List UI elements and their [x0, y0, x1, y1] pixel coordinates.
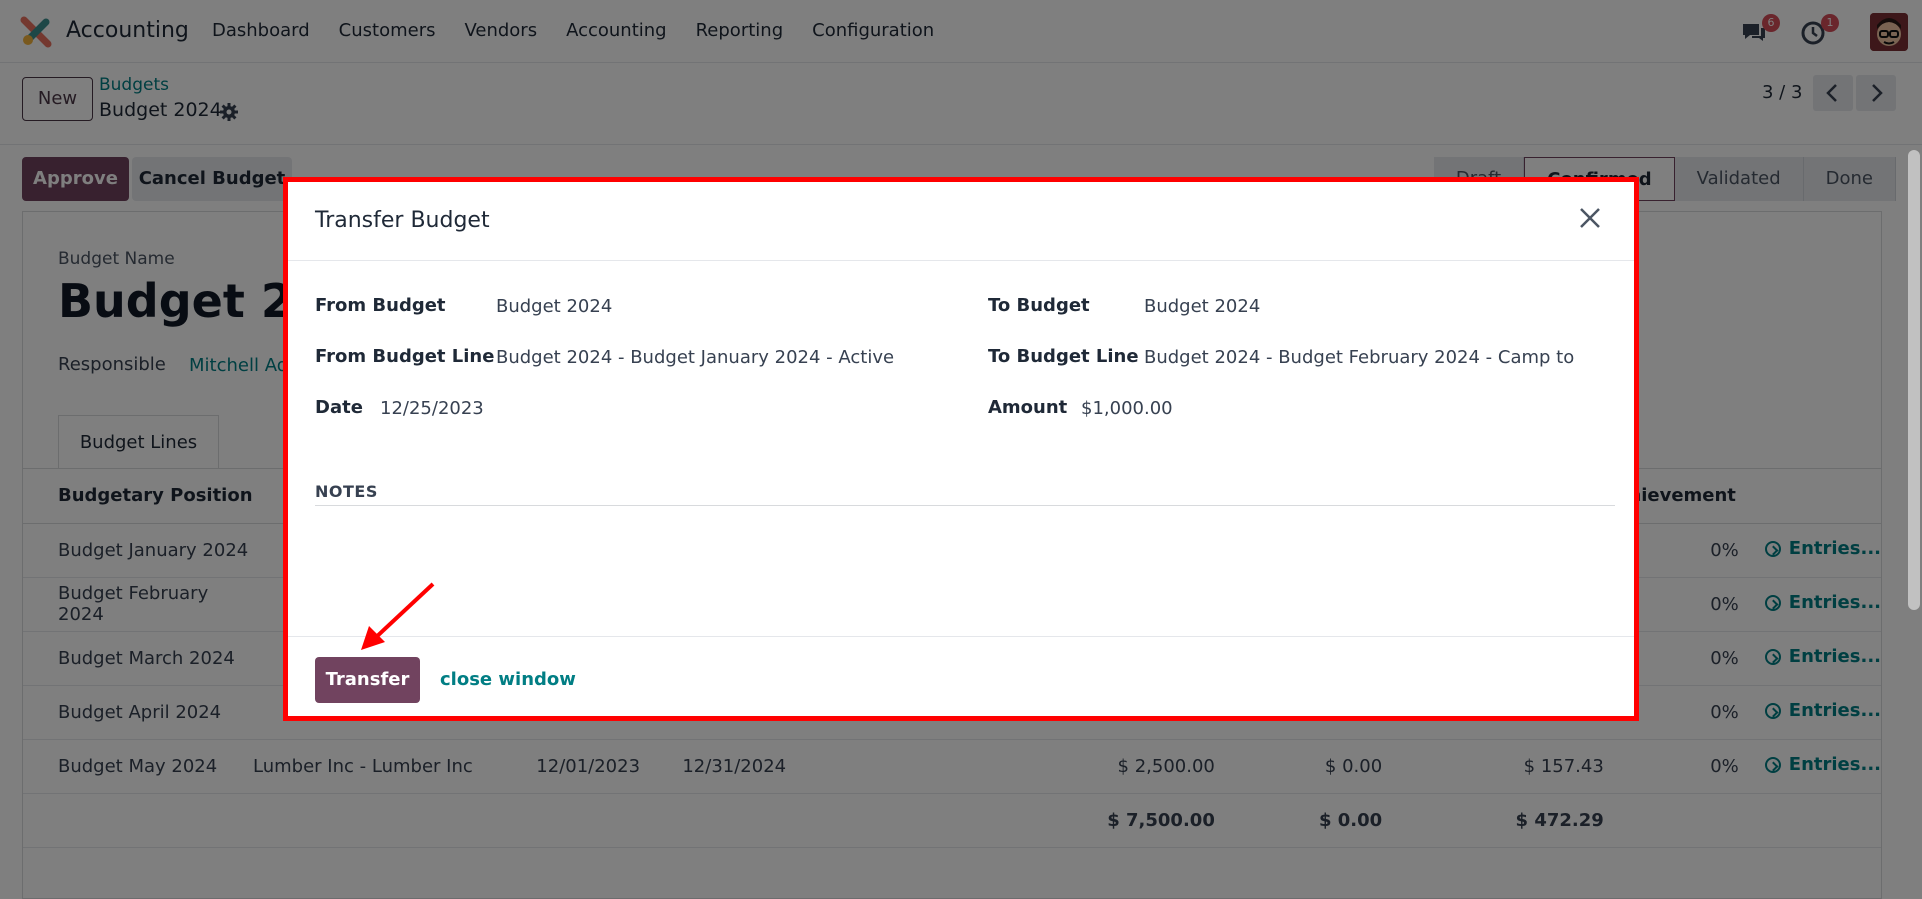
- notes-label: NOTES: [315, 482, 378, 501]
- from-budget-line-label: From Budget Line: [315, 346, 495, 367]
- dialog-footer-divider: [288, 636, 1634, 637]
- close-window-link[interactable]: close window: [440, 669, 576, 690]
- from-budget-field[interactable]: Budget 2024: [496, 296, 612, 317]
- dialog-header-divider: [288, 260, 1634, 261]
- transfer-button[interactable]: Transfer: [315, 657, 420, 703]
- date-field[interactable]: 12/25/2023: [380, 398, 484, 419]
- from-budget-label: From Budget: [315, 295, 446, 316]
- notes-divider: [315, 505, 1615, 506]
- close-icon[interactable]: [1576, 204, 1604, 232]
- transfer-budget-dialog: Transfer Budget From Budget Budget 2024 …: [283, 177, 1639, 721]
- annotation-arrow-icon: [361, 582, 435, 650]
- notes-field[interactable]: [315, 512, 1615, 622]
- to-budget-field[interactable]: Budget 2024: [1144, 296, 1260, 317]
- amount-field[interactable]: $1,000.00: [1081, 398, 1173, 419]
- from-budget-line-field[interactable]: Budget 2024 - Budget January 2024 - Acti…: [496, 347, 894, 368]
- page-scrollbar[interactable]: [1908, 150, 1920, 610]
- dialog-title: Transfer Budget: [315, 208, 490, 233]
- to-budget-label: To Budget: [988, 295, 1090, 316]
- to-budget-line-field[interactable]: Budget 2024 - Budget February 2024 - Cam…: [1144, 347, 1574, 368]
- amount-label: Amount: [988, 397, 1068, 418]
- date-label: Date: [315, 397, 363, 418]
- to-budget-line-label: To Budget Line: [988, 346, 1139, 367]
